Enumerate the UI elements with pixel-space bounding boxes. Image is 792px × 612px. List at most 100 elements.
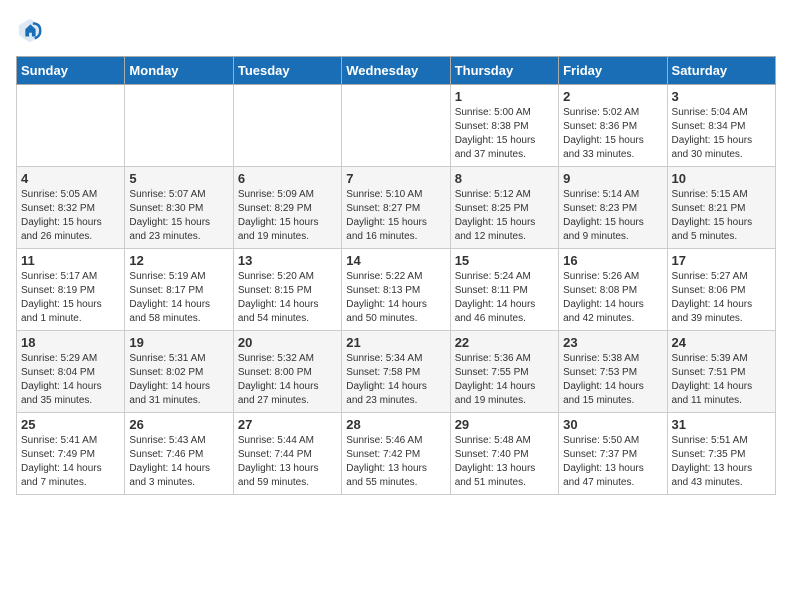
day-number: 5 (129, 171, 228, 186)
calendar-cell: 15Sunrise: 5:24 AM Sunset: 8:11 PM Dayli… (450, 249, 558, 331)
calendar-cell: 16 Sunrise: 5:26 AM Sunset: 8:08 PM Dayli… (559, 249, 667, 331)
calendar-cell: 19 Sunrise: 5:31 AM Sunset: 8:02 PM Dayli… (125, 331, 233, 413)
day-number: 4 (21, 171, 120, 186)
calendar-cell: 28Sunrise: 5:46 AM Sunset: 7:42 PM Dayli… (342, 413, 450, 495)
weekday-header-monday: Monday (125, 57, 233, 85)
day-number: 29 (455, 417, 554, 432)
day-number: 19 (129, 335, 228, 350)
day-number: 20 (238, 335, 337, 350)
day-info: Sunrise: 5:22 AM Sunset: 8:13 PM Dayligh… (346, 270, 445, 326)
day-info: Sunrise: 5:27 AM Sunset: 8:06 PM Dayligh… (672, 270, 771, 326)
day-number: 9 (563, 171, 662, 186)
day-number: 17 (672, 253, 771, 268)
day-info: Sunrise: 5:44 AM Sunset: 7:44 PM Dayligh… (238, 434, 337, 490)
day-info: Sunrise: 5:51 AM Sunset: 7:35 PM Dayligh… (672, 434, 771, 490)
calendar-cell: 22 Sunrise: 5:36 AM Sunset: 7:55 PM Dayli… (450, 331, 558, 413)
weekday-header-tuesday: Tuesday (233, 57, 341, 85)
calendar-cell: 8 Sunrise: 5:12 AM Sunset: 8:25 PM Daylig… (450, 167, 558, 249)
calendar-cell: 3 Sunrise: 5:04 AM Sunset: 8:34 PM Daylig… (667, 85, 775, 167)
day-info: Sunrise: 5:34 AM Sunset: 7:58 PM Dayligh… (346, 352, 445, 408)
calendar-cell: 21 Sunrise: 5:34 AM Sunset: 7:58 PM Dayli… (342, 331, 450, 413)
calendar-cell (342, 85, 450, 167)
calendar-table: SundayMondayTuesdayWednesdayThursdayFrid… (16, 56, 776, 495)
day-info: Sunrise: 5:10 AM Sunset: 8:27 PM Dayligh… (346, 188, 445, 244)
calendar-week-row: 18Sunrise: 5:29 AM Sunset: 8:04 PM Dayli… (17, 331, 776, 413)
day-info: Sunrise: 5:31 AM Sunset: 8:02 PM Dayligh… (129, 352, 228, 408)
calendar-cell: 9 Sunrise: 5:14 AM Sunset: 8:23 PM Daylig… (559, 167, 667, 249)
day-info: Sunrise: 5:05 AM Sunset: 8:32 PM Dayligh… (21, 188, 120, 244)
day-info: Sunrise: 5:09 AM Sunset: 8:29 PM Dayligh… (238, 188, 337, 244)
day-number: 13 (238, 253, 337, 268)
calendar-cell: 12 Sunrise: 5:19 AM Sunset: 8:17 PM Dayli… (125, 249, 233, 331)
calendar-cell (17, 85, 125, 167)
calendar-cell: 11 Sunrise: 5:17 AM Sunset: 8:19 PM Dayli… (17, 249, 125, 331)
day-info: Sunrise: 5:04 AM Sunset: 8:34 PM Dayligh… (672, 106, 771, 162)
weekday-header-saturday: Saturday (667, 57, 775, 85)
day-number: 26 (129, 417, 228, 432)
day-number: 22 (455, 335, 554, 350)
day-number: 25 (21, 417, 120, 432)
day-number: 3 (672, 89, 771, 104)
weekday-header-sunday: Sunday (17, 57, 125, 85)
calendar-cell: 23 Sunrise: 5:38 AM Sunset: 7:53 PM Dayli… (559, 331, 667, 413)
day-number: 2 (563, 89, 662, 104)
weekday-header-thursday: Thursday (450, 57, 558, 85)
calendar-cell: 30Sunrise: 5:50 AM Sunset: 7:37 PM Dayli… (559, 413, 667, 495)
page-header (16, 16, 776, 44)
day-number: 7 (346, 171, 445, 186)
day-number: 8 (455, 171, 554, 186)
day-info: Sunrise: 5:26 AM Sunset: 8:08 PM Dayligh… (563, 270, 662, 326)
calendar-week-row: 25 Sunrise: 5:41 AM Sunset: 7:49 PM Dayli… (17, 413, 776, 495)
day-number: 16 (563, 253, 662, 268)
day-info: Sunrise: 5:41 AM Sunset: 7:49 PM Dayligh… (21, 434, 120, 490)
day-info: Sunrise: 5:14 AM Sunset: 8:23 PM Dayligh… (563, 188, 662, 244)
calendar-week-row: 11 Sunrise: 5:17 AM Sunset: 8:19 PM Dayli… (17, 249, 776, 331)
day-info: Sunrise: 5:15 AM Sunset: 8:21 PM Dayligh… (672, 188, 771, 244)
day-info: Sunrise: 5:43 AM Sunset: 7:46 PM Dayligh… (129, 434, 228, 490)
day-number: 1 (455, 89, 554, 104)
calendar-cell: 25 Sunrise: 5:41 AM Sunset: 7:49 PM Dayli… (17, 413, 125, 495)
day-info: Sunrise: 5:17 AM Sunset: 8:19 PM Dayligh… (21, 270, 120, 326)
day-number: 6 (238, 171, 337, 186)
calendar-cell: 18Sunrise: 5:29 AM Sunset: 8:04 PM Dayli… (17, 331, 125, 413)
calendar-cell: 13 Sunrise: 5:20 AM Sunset: 8:15 PM Dayli… (233, 249, 341, 331)
day-number: 11 (21, 253, 120, 268)
calendar-cell: 5 Sunrise: 5:07 AM Sunset: 8:30 PM Daylig… (125, 167, 233, 249)
day-number: 28 (346, 417, 445, 432)
calendar-cell: 7 Sunrise: 5:10 AM Sunset: 8:27 PM Daylig… (342, 167, 450, 249)
calendar-cell: 29Sunrise: 5:48 AM Sunset: 7:40 PM Dayli… (450, 413, 558, 495)
weekday-header-friday: Friday (559, 57, 667, 85)
day-number: 10 (672, 171, 771, 186)
calendar-cell: 14Sunrise: 5:22 AM Sunset: 8:13 PM Dayli… (342, 249, 450, 331)
day-number: 18 (21, 335, 120, 350)
day-number: 21 (346, 335, 445, 350)
calendar-cell: 24Sunrise: 5:39 AM Sunset: 7:51 PM Dayli… (667, 331, 775, 413)
weekday-header-row: SundayMondayTuesdayWednesdayThursdayFrid… (17, 57, 776, 85)
day-info: Sunrise: 5:00 AM Sunset: 8:38 PM Dayligh… (455, 106, 554, 162)
calendar-cell: 4 Sunrise: 5:05 AM Sunset: 8:32 PM Daylig… (17, 167, 125, 249)
calendar-cell: 17 Sunrise: 5:27 AM Sunset: 8:06 PM Dayli… (667, 249, 775, 331)
calendar-cell: 2Sunrise: 5:02 AM Sunset: 8:36 PM Daylig… (559, 85, 667, 167)
day-number: 27 (238, 417, 337, 432)
calendar-cell: 10 Sunrise: 5:15 AM Sunset: 8:21 PM Dayli… (667, 167, 775, 249)
day-info: Sunrise: 5:19 AM Sunset: 8:17 PM Dayligh… (129, 270, 228, 326)
calendar-cell: 31 Sunrise: 5:51 AM Sunset: 7:35 PM Dayli… (667, 413, 775, 495)
weekday-header-wednesday: Wednesday (342, 57, 450, 85)
day-info: Sunrise: 5:20 AM Sunset: 8:15 PM Dayligh… (238, 270, 337, 326)
day-number: 23 (563, 335, 662, 350)
day-info: Sunrise: 5:12 AM Sunset: 8:25 PM Dayligh… (455, 188, 554, 244)
day-info: Sunrise: 5:38 AM Sunset: 7:53 PM Dayligh… (563, 352, 662, 408)
calendar-cell (233, 85, 341, 167)
day-info: Sunrise: 5:39 AM Sunset: 7:51 PM Dayligh… (672, 352, 771, 408)
day-number: 31 (672, 417, 771, 432)
calendar-cell (125, 85, 233, 167)
day-number: 12 (129, 253, 228, 268)
day-info: Sunrise: 5:32 AM Sunset: 8:00 PM Dayligh… (238, 352, 337, 408)
day-info: Sunrise: 5:36 AM Sunset: 7:55 PM Dayligh… (455, 352, 554, 408)
calendar-week-row: 4 Sunrise: 5:05 AM Sunset: 8:32 PM Daylig… (17, 167, 776, 249)
calendar-week-row: 1 Sunrise: 5:00 AM Sunset: 8:38 PM Daylig… (17, 85, 776, 167)
calendar-cell: 26 Sunrise: 5:43 AM Sunset: 7:46 PM Dayli… (125, 413, 233, 495)
day-info: Sunrise: 5:07 AM Sunset: 8:30 PM Dayligh… (129, 188, 228, 244)
calendar-cell: 27 Sunrise: 5:44 AM Sunset: 7:44 PM Dayli… (233, 413, 341, 495)
day-info: Sunrise: 5:50 AM Sunset: 7:37 PM Dayligh… (563, 434, 662, 490)
